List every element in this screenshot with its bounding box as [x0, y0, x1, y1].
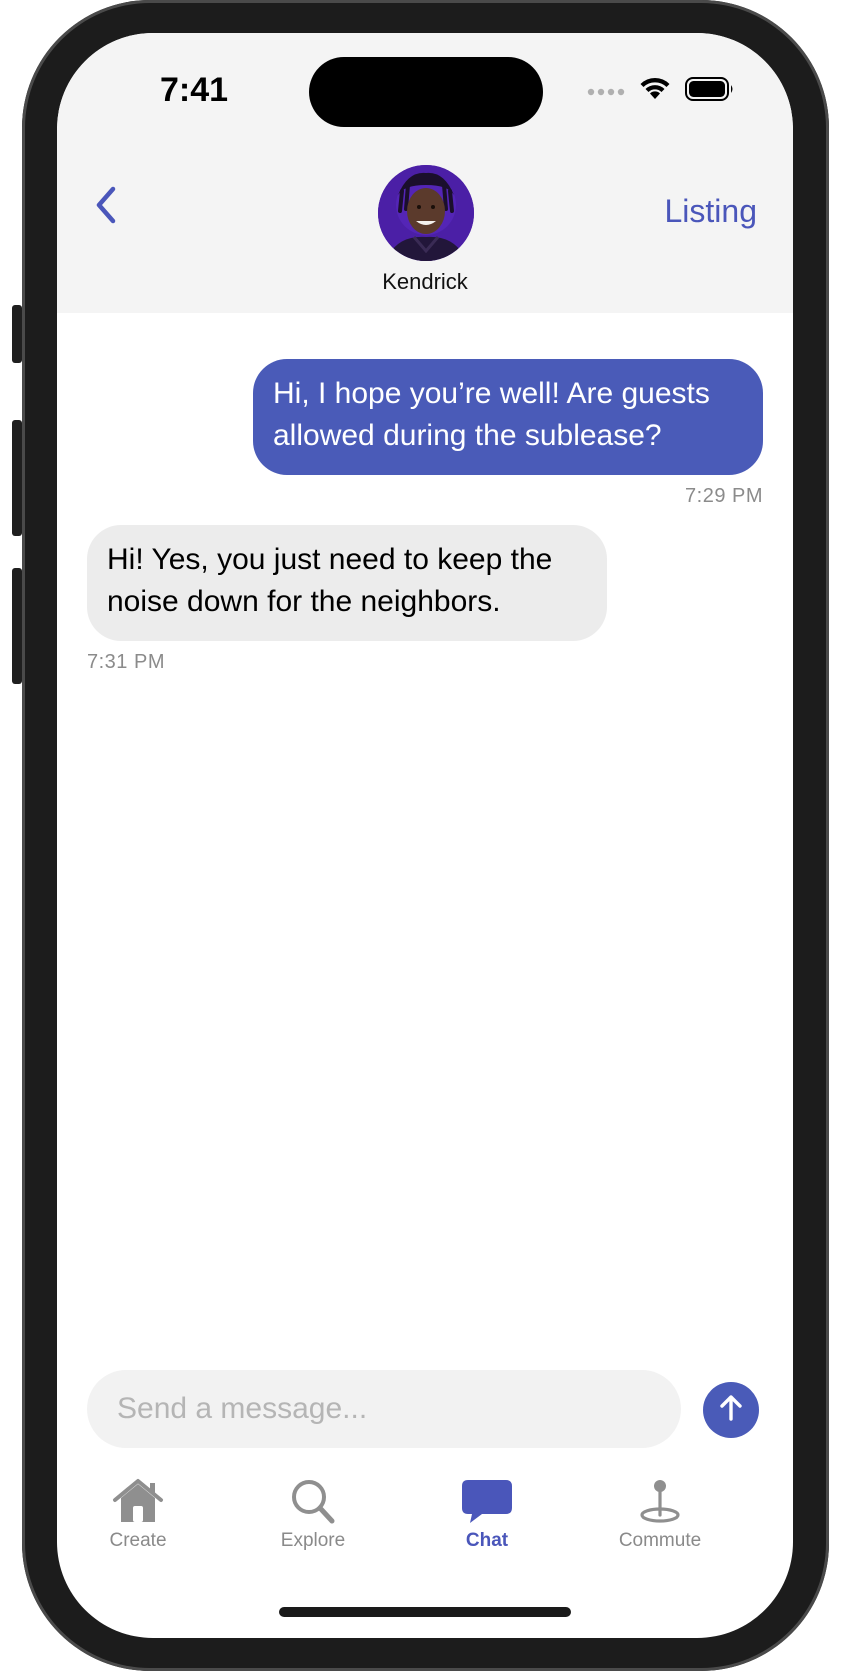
tab-label: Explore — [280, 1530, 346, 1551]
home-indicator[interactable] — [279, 1607, 571, 1617]
chevron-left-icon — [87, 186, 127, 231]
status-time: 7:41 — [160, 71, 229, 109]
dynamic-island — [309, 57, 543, 127]
tab-explore[interactable]: Explore — [238, 1478, 388, 1552]
wifi-icon — [639, 77, 671, 106]
tab-create[interactable]: Create — [63, 1478, 213, 1552]
status-icons — [587, 77, 735, 106]
listing-link[interactable]: Listing — [665, 193, 758, 230]
outgoing-message-bubble[interactable]: Hi, I hope you’re well! Are guests allow… — [253, 359, 763, 475]
message-timestamp: 7:31 PM — [87, 651, 165, 673]
action-button — [12, 305, 22, 363]
signal-dots-icon — [587, 83, 625, 101]
chat-bubble-icon — [412, 1478, 562, 1524]
send-button[interactable] — [703, 1382, 759, 1438]
message-input[interactable] — [87, 1370, 681, 1448]
tab-label: Create — [109, 1530, 167, 1551]
house-icon — [63, 1478, 213, 1524]
tab-label: Commute — [618, 1530, 702, 1551]
tab-commute[interactable]: Commute — [585, 1478, 735, 1552]
app-screen: 7:41 Kendrick Listing Hi, I hope you’re … — [57, 33, 793, 1638]
incoming-message-bubble[interactable]: Hi! Yes, you just need to keep the noise… — [87, 525, 607, 641]
chat-header: 7:41 Kendrick Listing — [57, 33, 793, 313]
map-pin-icon — [585, 1478, 735, 1524]
arrow-up-icon — [716, 1393, 746, 1428]
tab-chat[interactable]: Chat — [412, 1478, 562, 1552]
battery-icon — [685, 77, 735, 106]
magnifier-icon — [238, 1478, 388, 1524]
tab-bar: Create Explore Chat Commute — [57, 1478, 793, 1578]
tab-label: Chat — [465, 1530, 509, 1551]
volume-up-button — [12, 420, 22, 536]
contact-name[interactable]: Kendrick — [325, 269, 525, 295]
message-timestamp: 7:29 PM — [685, 485, 763, 507]
back-button[interactable] — [87, 183, 127, 227]
volume-down-button — [12, 568, 22, 684]
contact-avatar[interactable] — [378, 165, 474, 261]
